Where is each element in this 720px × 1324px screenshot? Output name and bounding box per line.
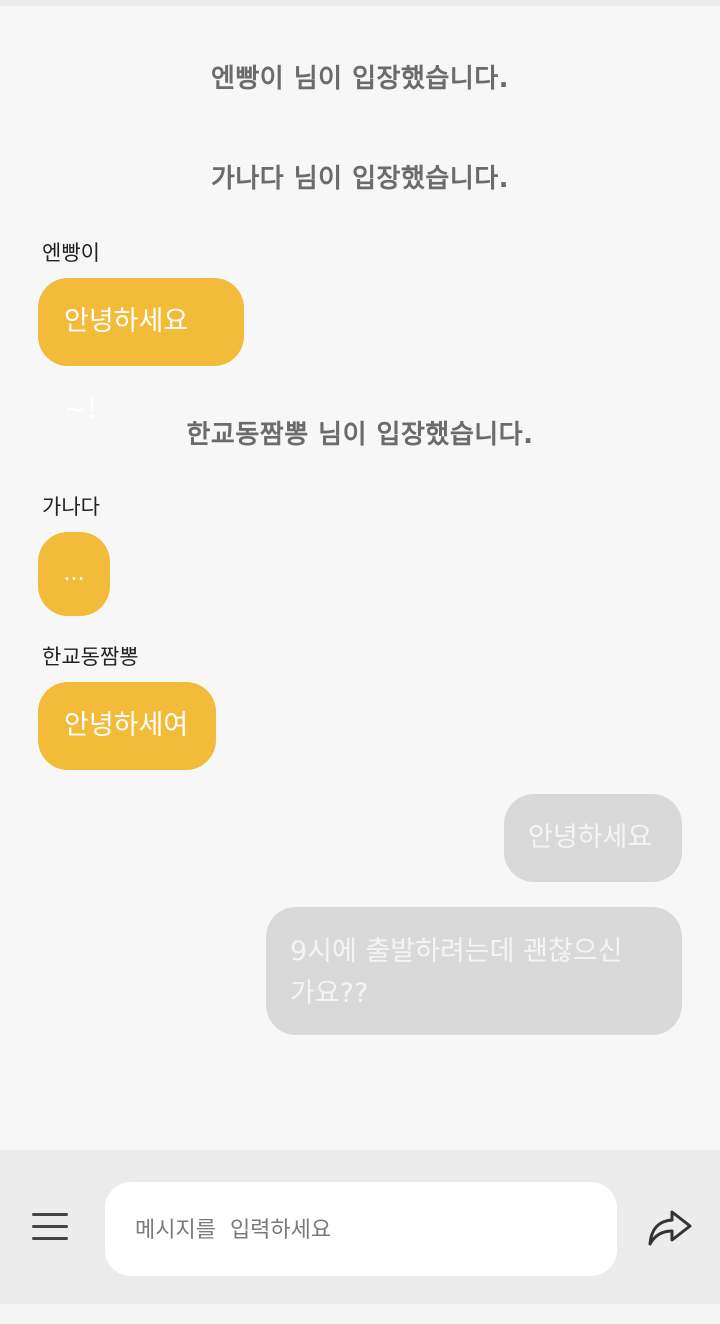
share-arrow-icon[interactable] [646,1206,694,1250]
sender-name: 가나다 [42,495,100,519]
outgoing-message-bubble[interactable]: 안녕하세요 [504,794,682,882]
system-notice-join: 엔빵이 님이 입장했습니다. [210,64,510,94]
system-notice-join: 한교동짬뽕 님이 입장했습니다. [186,420,534,450]
message-text-line: 9시에 출발하려는데 괜찮으신 [290,936,623,967]
sender-name: 한교동짬뽕 [42,645,139,669]
system-notice-join: 가나다 님이 입장했습니다. [210,164,510,194]
sender-name: 엔빵이 [42,241,100,265]
outgoing-message-bubble[interactable]: 9시에 출발하려는데 괜찮으신 가요?? [266,907,682,1035]
hamburger-menu-icon[interactable] [32,1210,70,1242]
bottom-strip [0,1304,720,1324]
chat-screen: 엔빵이 님이 입장했습니다. 가나다 님이 입장했습니다. 엔빵이 안녕하세요~… [0,0,720,1324]
message-input[interactable] [133,1208,597,1252]
message-text-line: 가요?? [290,978,369,1009]
incoming-message-bubble[interactable]: 안녕하세요~! [38,278,244,425]
message-input-box[interactable] [105,1182,617,1276]
incoming-message-bubble[interactable]: ... [38,532,110,616]
incoming-message-bubble[interactable]: 안녕하세여 [38,682,216,770]
message-list[interactable]: 엔빵이 님이 입장했습니다. 가나다 님이 입장했습니다. 엔빵이 안녕하세요~… [0,0,720,1150]
